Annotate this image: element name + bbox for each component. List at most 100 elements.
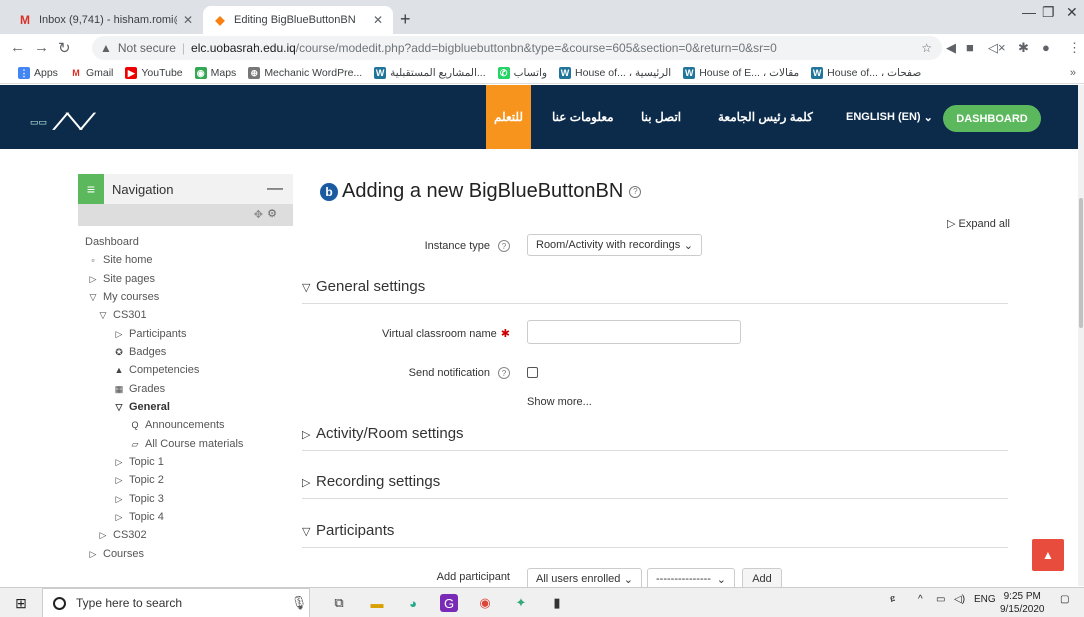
task-view-icon[interactable]: ⧉ — [330, 594, 348, 612]
app-g-icon[interactable]: G — [440, 594, 458, 612]
people-icon[interactable]: ዩ — [890, 594, 895, 605]
microphone-icon[interactable]: 🎙 — [290, 594, 308, 612]
mute-icon[interactable]: ◁× — [988, 40, 1006, 56]
tree-item-grades[interactable]: ▦ Grades — [113, 383, 165, 395]
chevron-down-icon: ⌄ — [683, 239, 693, 252]
section-activity-room-settings[interactable]: ▷ Activity/Room settings — [302, 425, 1008, 451]
tree-item-announcements[interactable]: Q Announcements — [129, 419, 224, 431]
taskbar-clock[interactable]: 9:25 PM 9/15/2020 — [1000, 590, 1045, 616]
restore-icon[interactable]: ❐ — [1042, 4, 1055, 21]
tree-item-dashboard[interactable]: Dashboard — [85, 236, 139, 248]
chevron-right-icon: ▷ — [115, 493, 123, 504]
back-icon[interactable]: ← — [10, 39, 25, 56]
expand-all-link[interactable]: ▷ Expand all — [947, 217, 1010, 230]
site-logo[interactable]: ▭▭ ⟋⟍⟋ — [30, 107, 150, 137]
minimize-icon[interactable]: — — [1022, 4, 1036, 20]
expand-all-label: Expand all — [958, 218, 1010, 230]
close-icon[interactable]: ✕ — [373, 13, 383, 27]
section-general-settings[interactable]: ▽ General settings — [302, 278, 1008, 304]
menu-icon[interactable]: ⋮ — [1068, 40, 1081, 56]
scrollbar-thumb[interactable] — [1079, 198, 1083, 328]
search-placeholder: Type here to search — [76, 596, 183, 610]
cortana-icon — [53, 596, 66, 610]
help-icon[interactable]: ? — [498, 240, 510, 253]
taskbar-search-box[interactable]: Type here to search — [42, 588, 310, 617]
notifications-icon[interactable]: ▢ — [1060, 594, 1069, 605]
tree-item-general[interactable]: ▽ General — [113, 401, 170, 413]
tree-item-competencies[interactable]: ▲ Competencies — [113, 364, 200, 376]
chevron-down-icon: ⌄ — [923, 111, 933, 124]
tree-item-all-course-materials[interactable]: ▱ All Course materials — [129, 438, 244, 450]
tree-item-badges[interactable]: ✪ Badges — [113, 346, 166, 358]
tree-item-my-courses[interactable]: ▽ My courses — [87, 291, 160, 303]
bookmark-future-projects[interactable]: W المشاريع المستقبلية... — [374, 66, 486, 79]
tree-item-cs301[interactable]: ▽ CS301 — [97, 309, 147, 321]
bookmark-whatsapp[interactable]: ✆ واتساب — [497, 66, 547, 79]
close-icon[interactable]: ✕ — [183, 13, 193, 27]
back-to-top-button[interactable]: ▲ — [1032, 539, 1064, 571]
nav-president-word[interactable]: كلمة رئيس الجامعة — [718, 85, 813, 149]
tree-item-cs302[interactable]: ▷ CS302 — [97, 529, 147, 541]
tree-item-participants[interactable]: ▷ Participants — [113, 328, 187, 340]
edge-icon[interactable]: ◕ — [404, 594, 422, 612]
help-icon[interactable]: ? — [498, 367, 510, 380]
nav-about[interactable]: معلومات عنا — [552, 85, 614, 149]
section-recording-settings[interactable]: ▷ Recording settings — [302, 473, 1008, 499]
bookmark-house-home[interactable]: W House of... ، الرئيسية — [559, 66, 671, 79]
send-notification-checkbox[interactable] — [527, 367, 538, 378]
help-icon[interactable]: ? — [629, 185, 642, 198]
extensions-icon[interactable]: ✱ — [1018, 40, 1029, 56]
virtual-classroom-name-input[interactable] — [527, 320, 741, 344]
nav-contact[interactable]: اتصل بنا — [641, 85, 681, 149]
tray-overflow-icon[interactable]: ^ — [918, 594, 923, 605]
input-language[interactable]: ENG — [974, 594, 996, 605]
move-icon[interactable]: ✥ — [254, 208, 263, 221]
gear-icon[interactable]: ⚙ — [267, 207, 277, 220]
url-bar[interactable]: ▲ Not secure | elc.uobasrah.edu.iq /cour… — [92, 36, 942, 60]
forward-icon[interactable]: → — [34, 39, 49, 56]
cast-icon[interactable]: ◀ — [946, 40, 956, 56]
bookmark-gmail[interactable]: M Gmail — [69, 66, 113, 79]
show-more-link[interactable]: Show more... — [527, 396, 592, 408]
bookmark-house-pages[interactable]: W House of... ، صفحات — [811, 66, 921, 79]
profile-avatar[interactable]: ● — [1042, 40, 1050, 55]
navigation-title: Navigation — [112, 181, 174, 197]
window-close-icon[interactable]: ✕ — [1066, 4, 1078, 21]
browser-tab-gmail[interactable]: M Inbox (9,741) - hisham.romi@uo ✕ — [8, 6, 203, 34]
chevron-right-icon: ▷ — [115, 474, 123, 485]
browser-tab-editing[interactable]: ◆ Editing BigBlueButtonBN ✕ — [203, 6, 393, 34]
language-menu[interactable]: ENGLISH (EN) ⌄ — [846, 85, 933, 149]
section-participants[interactable]: ▽ Participants — [302, 522, 1008, 548]
tree-item-site-home[interactable]: ▫ Site home — [87, 254, 152, 266]
bookmark-house-articles[interactable]: W House of E... ، مقالات — [683, 66, 799, 79]
collapse-block-button[interactable]: — — [267, 180, 283, 198]
tree-item-topic-2[interactable]: ▷ Topic 2 — [113, 474, 164, 486]
tree-item-courses[interactable]: ▷ Courses — [87, 548, 144, 560]
new-tab-button[interactable]: + — [400, 9, 411, 30]
bookmarks-overflow-icon[interactable]: » — [1070, 67, 1076, 79]
tree-item-site-pages[interactable]: ▷ Site pages — [87, 273, 155, 285]
app-icon[interactable]: ✦ — [512, 594, 530, 612]
bookmark-star-icon[interactable]: ☆ — [921, 41, 932, 55]
bookmark-youtube[interactable]: ▶ YouTube — [125, 66, 183, 79]
nav-learn[interactable]: للتعلم — [486, 85, 531, 149]
bookmark-apps[interactable]: ⋮ Apps — [18, 66, 58, 79]
chrome-icon[interactable]: ◉ — [476, 594, 494, 612]
volume-icon[interactable]: ◁) — [954, 594, 965, 605]
bookmark-maps[interactable]: ◉ Maps — [194, 66, 236, 79]
dashboard-button[interactable]: DASHBOARD — [943, 105, 1041, 132]
page-scrollbar[interactable] — [1078, 85, 1084, 586]
notepad-icon[interactable]: ▮ — [548, 594, 566, 612]
url-path: /course/modedit.php?add=bigbluebuttonbn&… — [295, 41, 777, 55]
file-explorer-icon[interactable]: ▬ — [368, 594, 386, 612]
tree-item-topic-4[interactable]: ▷ Topic 4 — [113, 511, 164, 523]
reload-icon[interactable]: ↻ — [58, 39, 71, 57]
zoom-extension-icon[interactable]: ■ — [966, 40, 974, 55]
windows-start-button[interactable]: ⊞ — [0, 588, 42, 617]
network-icon[interactable]: ▭ — [936, 594, 945, 605]
address-bar-row: ← → ↻ ▲ Not secure | elc.uobasrah.edu.iq… — [0, 34, 1084, 62]
instance-type-select[interactable]: Room/Activity with recordings ⌄ — [527, 234, 702, 256]
tree-item-topic-1[interactable]: ▷ Topic 1 — [113, 456, 164, 468]
bookmark-mechanic[interactable]: ⊕ Mechanic WordPre... — [248, 66, 362, 79]
tree-item-topic-3[interactable]: ▷ Topic 3 — [113, 493, 164, 505]
